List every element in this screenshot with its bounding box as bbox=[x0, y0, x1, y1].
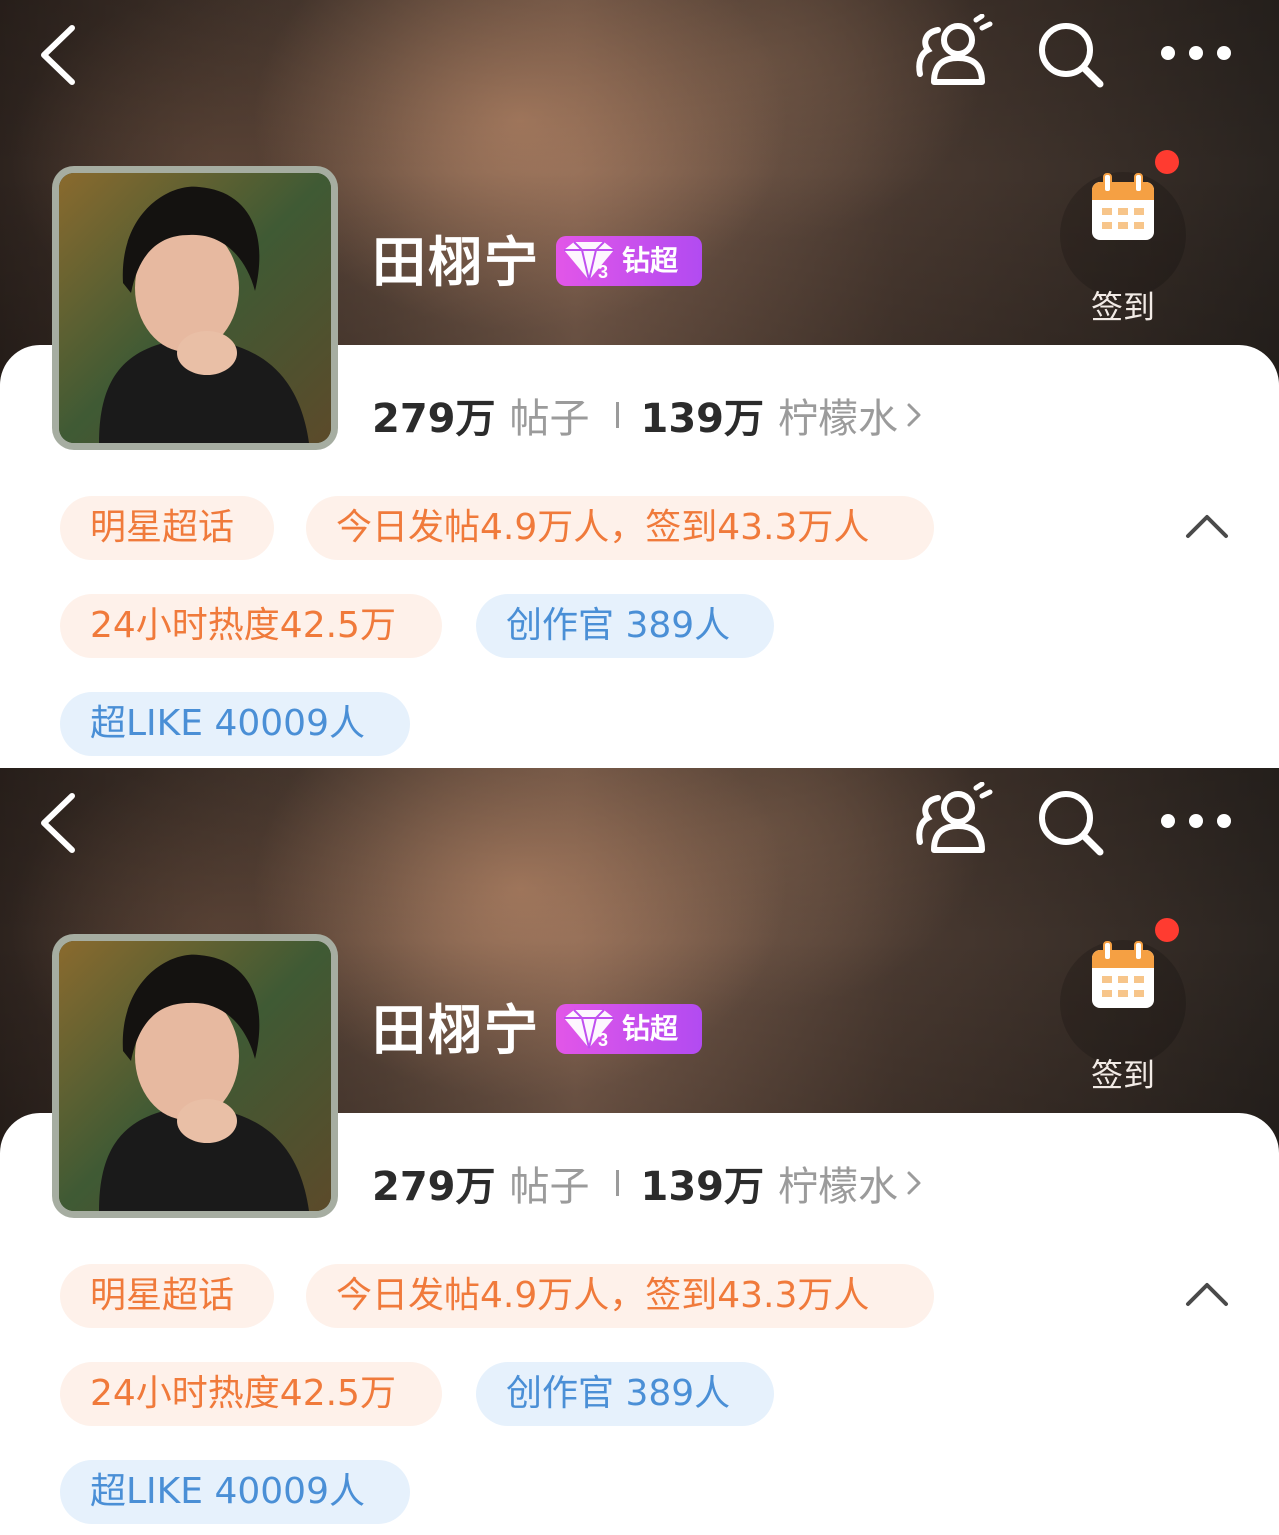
badge-level: 3 bbox=[598, 1030, 608, 1050]
topic-header-panel-1: 田栩宁 3 钻超 签到 279万 帖子 139万 柠檬水 明星超话 今日发帖4.… bbox=[0, 0, 1279, 768]
topic-title: 田栩宁 bbox=[372, 999, 540, 1062]
fans-count: 139万 bbox=[640, 1164, 765, 1210]
posts-count: 279万 bbox=[372, 1164, 496, 1210]
stats-row[interactable]: 279万 帖子 139万 柠檬水 bbox=[372, 388, 924, 442]
more-dots-icon[interactable] bbox=[1156, 38, 1236, 68]
diamond-gem-icon: 3 bbox=[564, 241, 614, 282]
topic-title: 田栩宁 bbox=[372, 231, 540, 294]
diamond-badge[interactable]: 3 钻超 bbox=[556, 236, 702, 286]
search-icon[interactable] bbox=[1034, 18, 1106, 90]
chevron-right-icon bbox=[907, 403, 921, 427]
diamond-gem-icon: 3 bbox=[564, 1009, 614, 1050]
tag-topic-type[interactable]: 明星超话 bbox=[60, 496, 274, 560]
checkin-label: 签到 bbox=[1090, 288, 1155, 326]
fans-count: 139万 bbox=[640, 396, 765, 442]
tag-today-activity[interactable]: 今日发帖4.9万人，签到43.3万人 bbox=[306, 1264, 934, 1328]
calendar-icon bbox=[1092, 173, 1154, 240]
notification-dot bbox=[1155, 150, 1179, 174]
checkin-label: 签到 bbox=[1090, 1056, 1155, 1094]
posts-count: 279万 bbox=[372, 396, 496, 442]
friends-icon[interactable] bbox=[912, 782, 994, 858]
tag-creators[interactable]: 创作官 389人 bbox=[476, 1362, 774, 1426]
avatar[interactable] bbox=[52, 166, 338, 450]
tag-creators[interactable]: 创作官 389人 bbox=[476, 594, 774, 658]
back-icon[interactable] bbox=[34, 790, 84, 856]
tag-topic-type[interactable]: 明星超话 bbox=[60, 1264, 274, 1328]
stats-divider bbox=[615, 1170, 619, 1196]
chevron-right-icon bbox=[907, 1171, 921, 1195]
topic-header-panel-2: 田栩宁 3 钻超 签到 279万 帖子 139万 柠檬水 明星超话 今日发帖4.… bbox=[0, 768, 1279, 1535]
chevron-up-icon[interactable] bbox=[1182, 508, 1232, 544]
checkin-button[interactable]: 签到 bbox=[1060, 150, 1186, 330]
fans-label: 柠檬水 bbox=[778, 1164, 898, 1210]
badge-level: 3 bbox=[598, 262, 608, 282]
fans-label: 柠檬水 bbox=[778, 396, 898, 442]
back-icon[interactable] bbox=[34, 22, 84, 88]
badge-label: 钻超 bbox=[622, 1012, 679, 1045]
posts-label: 帖子 bbox=[509, 396, 590, 442]
friends-icon[interactable] bbox=[912, 14, 994, 90]
tag-24h-heat[interactable]: 24小时热度42.5万 bbox=[60, 1362, 442, 1426]
checkin-button[interactable]: 签到 bbox=[1060, 918, 1186, 1098]
tag-today-activity[interactable]: 今日发帖4.9万人，签到43.3万人 bbox=[306, 496, 934, 560]
posts-label: 帖子 bbox=[509, 1164, 590, 1210]
diamond-badge[interactable]: 3 钻超 bbox=[556, 1004, 702, 1054]
tag-super-like[interactable]: 超LIKE 40009人 bbox=[60, 1460, 410, 1524]
tag-24h-heat[interactable]: 24小时热度42.5万 bbox=[60, 594, 442, 658]
more-dots-icon[interactable] bbox=[1156, 806, 1236, 836]
stats-row[interactable]: 279万 帖子 139万 柠檬水 bbox=[372, 1156, 924, 1210]
search-icon[interactable] bbox=[1034, 786, 1106, 858]
calendar-icon bbox=[1092, 941, 1154, 1008]
stats-divider bbox=[615, 402, 619, 428]
notification-dot bbox=[1155, 918, 1179, 942]
avatar[interactable] bbox=[52, 934, 338, 1218]
badge-label: 钻超 bbox=[622, 244, 679, 277]
tag-super-like[interactable]: 超LIKE 40009人 bbox=[60, 692, 410, 756]
chevron-up-icon[interactable] bbox=[1182, 1276, 1232, 1312]
